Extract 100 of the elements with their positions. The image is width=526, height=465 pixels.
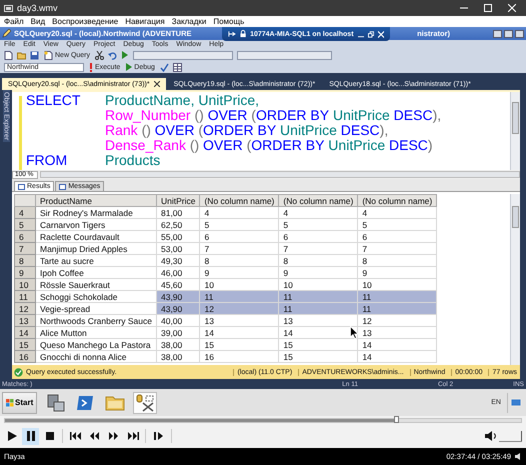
row-number[interactable]: 8 — [14, 254, 36, 266]
table-cell: Northwoods Cranberry Sauce — [36, 314, 156, 326]
maximize-icon[interactable] — [484, 4, 492, 12]
skip-back-icon — [70, 431, 82, 441]
table-cell: 13 — [278, 314, 358, 326]
column-header[interactable]: (No column name) — [358, 194, 437, 206]
pencil-icon — [2, 29, 11, 38]
table-cell: 46,00 — [156, 266, 200, 278]
windows-logo-icon — [6, 398, 14, 406]
table-cell: 15 — [200, 338, 279, 350]
row-number[interactable]: 12 — [14, 302, 36, 314]
code-line: Dense_Rank () OVER (ORDER BY UnitPrice DESC) — [104, 138, 434, 153]
start-button[interactable]: Start — [2, 392, 38, 414]
menu-item[interactable]: Воспроизведение — [52, 17, 118, 26]
table-cell: 11 — [278, 302, 358, 314]
table-cell: 38,00 — [156, 338, 200, 350]
close-icon[interactable] — [154, 81, 160, 87]
row-number[interactable]: 6 — [14, 230, 36, 242]
row-number[interactable]: 4 — [14, 206, 36, 218]
menu-item[interactable]: Закладки — [172, 17, 206, 26]
mouse-cursor-icon — [350, 326, 359, 339]
menu-item[interactable]: Помощь — [213, 17, 244, 26]
table-cell: Rössle Sauerkraut — [36, 278, 156, 290]
lock-icon — [240, 30, 246, 38]
table-cell: 5 — [200, 218, 279, 230]
success-check-icon — [14, 368, 23, 376]
column-header[interactable]: (No column name) — [278, 194, 358, 206]
fast-forward-icon — [108, 431, 119, 441]
table-cell: 4 — [200, 206, 279, 218]
grid-icon[interactable] — [172, 62, 182, 72]
table-cell: 13 — [358, 326, 437, 338]
skip-forward-icon — [126, 431, 138, 441]
table-cell: 49,30 — [156, 254, 200, 266]
table-cell: 16 — [200, 350, 279, 362]
table-cell: Vegie-spread — [36, 302, 156, 314]
save-icon[interactable] — [30, 50, 39, 60]
column-header[interactable]: UnitPrice — [156, 194, 200, 206]
table-cell: Gnocchi di nonna Alice — [36, 350, 156, 362]
row-number[interactable]: 14 — [14, 326, 36, 338]
row-number[interactable]: 15 — [14, 338, 36, 350]
table-cell: 4 — [358, 206, 437, 218]
row-number[interactable]: 10 — [14, 278, 36, 290]
speaker-icon — [515, 453, 522, 460]
scissors-icon[interactable] — [95, 50, 104, 60]
table-cell: 9 — [200, 266, 279, 278]
undo-icon[interactable] — [108, 50, 118, 60]
restore-icon[interactable] — [368, 30, 374, 38]
table-cell: Ipoh Coffee — [36, 266, 156, 278]
grid-icon — [18, 184, 25, 190]
media-button[interactable] — [22, 428, 39, 444]
table-cell: 12 — [200, 302, 279, 314]
table-cell: 14 — [358, 350, 437, 362]
row-number[interactable]: 16 — [14, 350, 36, 362]
database-tools-icon — [135, 394, 156, 412]
minimize-button[interactable] — [493, 30, 502, 38]
table-cell: Manjimup Dried Apples — [36, 242, 156, 254]
step-forward-icon — [153, 431, 164, 441]
restore-button[interactable] — [504, 30, 513, 38]
table-cell: Tarte au sucre — [36, 254, 156, 266]
row-number[interactable]: 11 — [14, 290, 36, 302]
table-cell: 8 — [200, 254, 279, 266]
column-header[interactable]: ProductName — [36, 194, 156, 206]
table-cell: 9 — [278, 266, 358, 278]
table-cell: Raclette Courdavault — [36, 230, 156, 242]
taskbar-app[interactable] — [133, 392, 158, 414]
code-line: Row_Number () OVER (ORDER BY UnitPrice DESC), — [104, 108, 442, 123]
menu-item[interactable]: Файл — [4, 17, 24, 26]
table-cell: 40,00 — [156, 314, 200, 326]
table-cell: Sir Rodney's Marmalade — [36, 206, 156, 218]
volume-slider[interactable] — [499, 431, 523, 441]
table-cell: 39,00 — [156, 326, 200, 338]
row-number[interactable]: 9 — [14, 266, 36, 278]
table-cell: 11 — [358, 302, 437, 314]
table-cell: 6 — [200, 230, 279, 242]
close-button[interactable] — [515, 30, 524, 38]
grid-icon — [59, 184, 66, 190]
pin-icon[interactable] — [228, 30, 236, 38]
row-number[interactable]: 13 — [14, 314, 36, 326]
table-cell: 53,00 — [156, 242, 200, 254]
row-number[interactable]: 5 — [14, 218, 36, 230]
table-cell: 13 — [200, 314, 279, 326]
table-cell: 11 — [358, 290, 437, 302]
window-title: day3.wmv — [17, 3, 58, 13]
scrollbar[interactable] — [40, 171, 520, 178]
monitor-icon[interactable] — [511, 398, 521, 406]
table-cell: 5 — [358, 218, 437, 230]
scrollbar[interactable] — [510, 194, 520, 365]
table-cell: 12 — [358, 314, 437, 326]
table-cell: 6 — [278, 230, 358, 242]
row-number[interactable]: 7 — [14, 242, 36, 254]
scrollbar[interactable] — [510, 92, 520, 170]
menu-item[interactable]: Навигация — [125, 17, 165, 26]
exclamation-icon — [89, 62, 93, 72]
code-editor[interactable]: SELECT ProductName, UnitPrice, Row_Number () OVER (ORDER BY UnitPrice DESC), Rank () OVER (ORDER BY UnitPrice DESC), Dense_Rank () OVER (ORDER BY UnitPrice DESC) FROM Products — [12, 90, 520, 170]
column-header[interactable]: (No column name) — [200, 194, 279, 206]
rewind-icon — [89, 431, 100, 441]
table-cell: 38,00 — [156, 350, 200, 362]
menu-item[interactable]: Вид — [30, 17, 46, 26]
speaker-icon[interactable] — [485, 430, 497, 442]
checkmark-icon[interactable] — [160, 62, 169, 72]
